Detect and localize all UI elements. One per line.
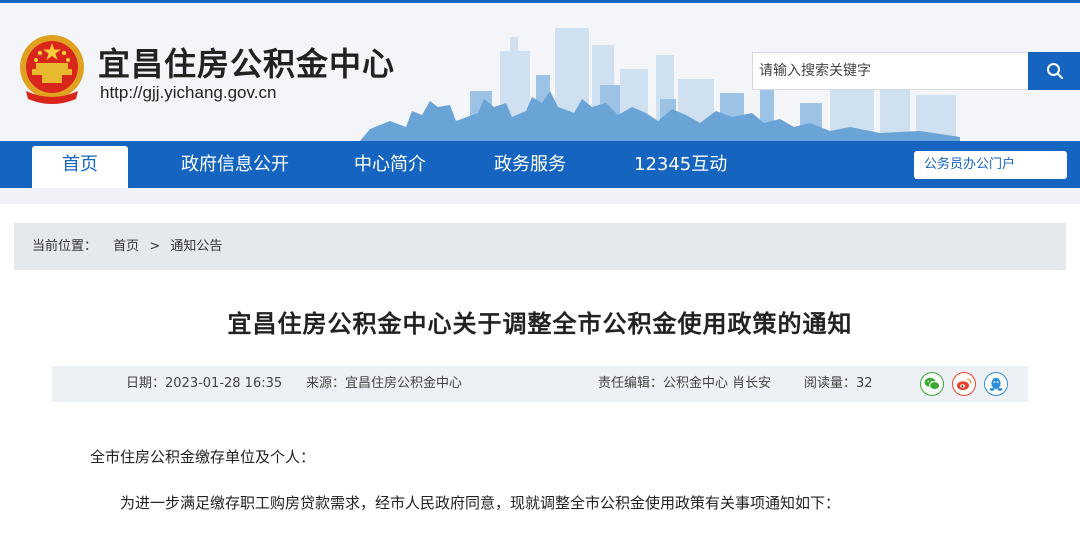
share-weibo-button[interactable] [952, 372, 976, 396]
wechat-icon [924, 377, 940, 391]
breadcrumb-separator: > [149, 239, 161, 254]
article-title: 宜昌住房公积金中心关于调整全市公积金使用政策的通知 [227, 310, 853, 338]
breadcrumb-prefix: 当前位置： [32, 239, 98, 254]
breadcrumb-item-notices[interactable]: 通知公告 [170, 239, 222, 254]
site-header: 宜昌住房公积金中心 http://gjj.yichang.gov.cn [0, 3, 1080, 141]
site-title: 宜昌住房公积金中心 [98, 45, 396, 83]
nav-item-services[interactable]: 政务服务 [494, 141, 566, 188]
national-emblem-icon [20, 35, 84, 104]
article-greeting: 全市住房公积金缴存单位及个人： [90, 448, 316, 466]
nav-item-about[interactable]: 中心简介 [354, 141, 426, 188]
search-icon [1046, 63, 1063, 79]
search-input[interactable] [753, 53, 1027, 89]
weibo-icon [957, 378, 972, 390]
nav-item-gov-info[interactable]: 政府信息公开 [181, 141, 289, 188]
site-url: http://gjj.yichang.gov.cn [100, 83, 277, 102]
share-qq-button[interactable] [984, 372, 1008, 396]
qq-icon [989, 377, 1003, 391]
article-source: 来源：宜昌住房公积金中心 [306, 376, 463, 391]
main-nav: 首页 政府信息公开 中心简介 政务服务 12345互动 公务员办公门户 [0, 141, 1080, 188]
nav-item-interaction[interactable]: 12345互动 [634, 141, 727, 188]
article-content: 当前位置： 首页 > 通知公告 宜昌住房公积金中心关于调整全市公积金使用政策的通… [0, 204, 1080, 537]
search-button[interactable] [1028, 52, 1080, 90]
article-date: 日期：2023-01-28 16:35 [126, 376, 283, 391]
share-wechat-button[interactable] [920, 372, 944, 396]
article-editor: 责任编辑：公积金中心 肖长安 [598, 376, 772, 391]
breadcrumb-item-home[interactable]: 首页 [113, 239, 139, 254]
nav-item-home[interactable]: 首页 [32, 146, 128, 188]
article-meta-bar: 日期：2023-01-28 16:35 来源：宜昌住房公积金中心 责任编辑：公积… [52, 366, 1028, 402]
search-box [752, 52, 1080, 90]
article-paragraph: 为进一步满足缴存职工购房贷款需求，经市人民政府同意，现就调整全市公积金使用政策有… [120, 494, 841, 512]
breadcrumb: 当前位置： 首页 > 通知公告 [14, 223, 1066, 270]
article-views: 阅读量：32 [804, 376, 873, 391]
civil-servant-portal-button[interactable]: 公务员办公门户 [914, 151, 1067, 179]
